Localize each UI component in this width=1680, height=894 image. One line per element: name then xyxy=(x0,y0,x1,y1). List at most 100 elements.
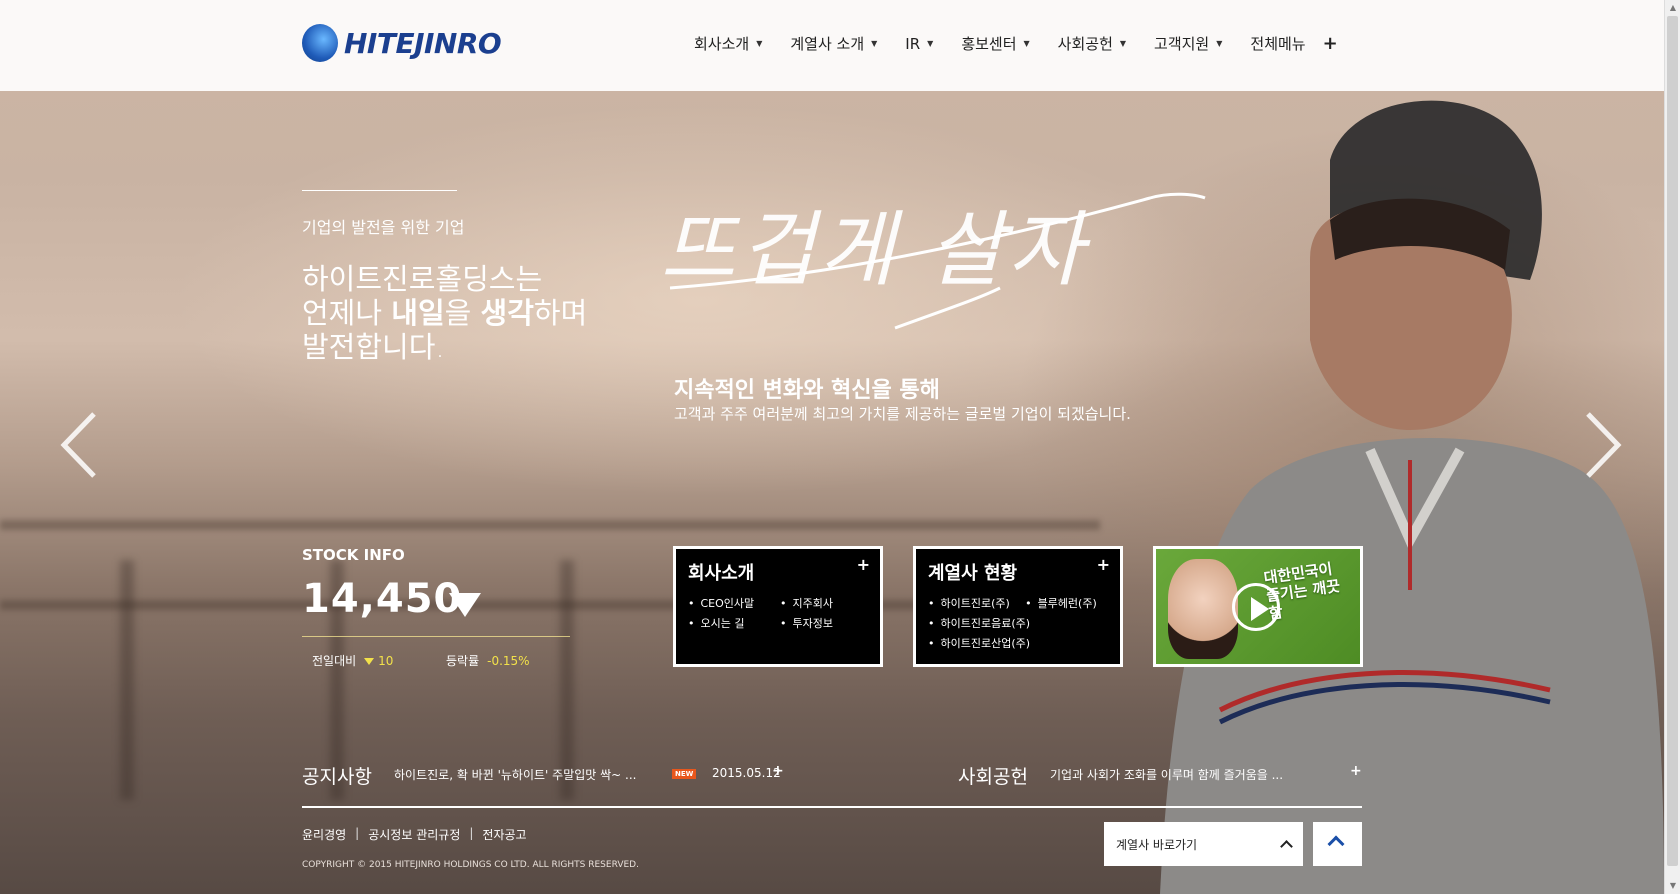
stock-rate-value: -0.15% xyxy=(487,653,530,668)
divider xyxy=(302,806,1362,808)
notice-title: 공지사항 xyxy=(302,766,372,788)
railing-decor xyxy=(0,520,1100,530)
card-link[interactable]: 오시는 길 xyxy=(688,615,776,631)
card-link[interactable]: 투자정보 xyxy=(780,615,868,631)
card-link[interactable]: CEO인사말 xyxy=(688,595,776,611)
railing-post-decor xyxy=(560,560,574,800)
notice-more-plus-icon[interactable]: + xyxy=(772,763,784,779)
scroll-thumb[interactable] xyxy=(1667,16,1678,866)
scroll-top-button[interactable] xyxy=(1313,822,1362,866)
caret-down-icon: ▼ xyxy=(1216,39,1223,48)
card-title: 회사소개 xyxy=(688,563,755,584)
card-link[interactable]: 블루헤런(주) xyxy=(1025,595,1108,611)
video-ad-card[interactable]: 대한민국이 즐기는 깨끗함 xyxy=(1153,546,1363,667)
main-nav: 회사소개 ▼ 계열사 소개 ▼ IR ▼ 홍보센터 ▼ 사회공헌 ▼ 고객지원 ▼ 전체메뉴… xyxy=(680,33,1352,54)
stock-change-value: 10 xyxy=(364,654,393,668)
nav-item-company[interactable]: 회사소개 ▼ xyxy=(680,33,776,54)
hero-subcopy: 고객과 주주 여러분께 최고의 가치를 제공하는 글로벌 기업이 되겠습니다. xyxy=(674,405,1131,423)
nav-label: IR xyxy=(905,34,921,53)
separator: | xyxy=(469,826,474,840)
plus-icon[interactable]: + xyxy=(1097,555,1110,574)
hero-eyebrow: 기업의 발전을 위한 기업 xyxy=(302,218,465,237)
notice-date: 2015.05.12 xyxy=(712,766,781,780)
headline-line: 하이트진로홀딩스는 xyxy=(302,262,543,296)
caret-down-icon: ▼ xyxy=(871,39,878,48)
hero-subhead: 지속적인 변화와 혁신을 통해 xyxy=(674,378,940,403)
next-slide-arrow-icon[interactable] xyxy=(1580,410,1624,480)
caret-down-icon: ▼ xyxy=(756,39,763,48)
scroll-up-arrow-icon[interactable]: ▲ xyxy=(1668,3,1678,13)
stock-down-arrow-icon xyxy=(449,593,481,617)
stock-price: 14,450 xyxy=(302,576,463,622)
nav-item-all-menu[interactable]: 전체메뉴 + xyxy=(1236,33,1351,54)
nav-item-csr[interactable]: 사회공헌 ▼ xyxy=(1044,33,1140,54)
down-triangle-icon xyxy=(364,657,375,665)
separator: | xyxy=(355,826,360,840)
copyright: COPYRIGHT © 2015 HITEJINRO HOLDINGS CO L… xyxy=(302,860,639,870)
nav-label: 홍보센터 xyxy=(961,35,1017,53)
csr-more-plus-icon[interactable]: + xyxy=(1350,763,1362,779)
nav-label: 사회공헌 xyxy=(1057,35,1113,53)
family-site-select[interactable]: 계열사 바로가기 xyxy=(1104,822,1303,866)
csr-title: 사회공헌 xyxy=(958,766,1028,788)
plus-icon: + xyxy=(1322,32,1338,54)
scroll-down-arrow-icon[interactable]: ▼ xyxy=(1668,881,1678,891)
nav-label: 고객지원 xyxy=(1154,35,1210,53)
nav-item-affiliates[interactable]: 계열사 소개 ▼ xyxy=(776,33,891,54)
script-slogan-handwriting: 뜨겁게 살자 xyxy=(660,192,1206,330)
headline-text: 하며 xyxy=(533,296,588,330)
nav-label: 계열사 소개 xyxy=(790,35,865,53)
divider xyxy=(302,190,457,191)
railing-post-decor xyxy=(120,560,134,800)
chevron-up-icon xyxy=(1327,835,1345,853)
headline-text: 을 xyxy=(444,296,481,330)
stock-rate-label: 등락률 xyxy=(446,654,480,668)
play-icon[interactable] xyxy=(1232,583,1280,631)
stock-change-label: 전일대비 xyxy=(312,654,357,668)
page-scrollbar[interactable]: ▲ ▼ xyxy=(1664,0,1680,894)
logo-wordmark: HITEJINRO xyxy=(344,26,502,60)
stock-rate: 등락률 -0.15% xyxy=(446,652,530,669)
nav-label: 전체메뉴 xyxy=(1250,35,1306,53)
family-select-label: 계열사 바로가기 xyxy=(1116,837,1198,852)
card-link[interactable]: 하이트진로음료(주) xyxy=(928,615,1108,631)
hitejinro-logo[interactable]: HITEJINRO xyxy=(302,24,502,62)
hero-headline: 하이트진로홀딩스는 언제나 내일을 생각하며 발전합니다. xyxy=(302,262,632,364)
new-badge: NEW xyxy=(672,769,697,779)
caret-down-icon: ▼ xyxy=(927,39,934,48)
stock-change: 전일대비 10 xyxy=(312,652,393,669)
stock-info-label: STOCK INFO xyxy=(302,546,405,564)
hero-background xyxy=(0,0,1664,894)
headline-line: 언제나 내일을 생각하며 xyxy=(302,296,632,330)
stock-change-number: 10 xyxy=(378,653,394,668)
affiliates-card[interactable]: 계열사 현황 + 하이트진로(주) 블루헤런(주) 하이트진로음료(주) 하이트… xyxy=(913,546,1123,667)
company-card[interactable]: 회사소개 + CEO인사말 지주회사 오시는 길 투자정보 xyxy=(673,546,883,667)
ad-model-image xyxy=(1168,559,1238,659)
card-link[interactable]: 지주회사 xyxy=(780,595,868,611)
site-header: HITEJINRO 회사소개 ▼ 계열사 소개 ▼ IR ▼ 홍보센터 ▼ 사회공헌 ▼ … xyxy=(0,0,1664,91)
card-link[interactable]: 하이트진로(주) xyxy=(928,595,1021,611)
affiliates-links: 하이트진로(주) 블루헤런(주) 하이트진로음료(주) 하이트진로산업(주) xyxy=(928,595,1108,651)
divider xyxy=(302,636,570,637)
card-link[interactable]: 하이트진로산업(주) xyxy=(928,635,1108,651)
card-title: 계열사 현황 xyxy=(928,563,1018,584)
footer-link-ethics[interactable]: 윤리경영 xyxy=(302,826,346,843)
nav-item-support[interactable]: 고객지원 ▼ xyxy=(1140,33,1236,54)
footer-link-public-notice[interactable]: 전자공고 xyxy=(482,826,526,843)
footer-link-disclosure[interactable]: 공시정보 관리규정 xyxy=(368,826,460,843)
nav-item-pr-center[interactable]: 홍보센터 ▼ xyxy=(947,33,1043,54)
headline-bold: 생각 xyxy=(480,296,534,330)
caret-down-icon: ▼ xyxy=(1023,39,1030,48)
footer-links: 윤리경영 | 공시정보 관리규정 | 전자공고 xyxy=(302,826,527,843)
globe-logo-icon xyxy=(302,24,338,62)
prev-slide-arrow-icon[interactable] xyxy=(58,410,102,480)
headline-line: 발전합니다. xyxy=(302,330,445,364)
company-links: CEO인사말 지주회사 오시는 길 투자정보 xyxy=(688,595,868,631)
notice-headline-link[interactable]: 하이트진로, 확 바뀐 '뉴하이트' 주말입맛 싹~ ... xyxy=(394,766,636,783)
headline-bold: 내일 xyxy=(391,296,445,330)
nav-item-ir[interactable]: IR ▼ xyxy=(891,33,947,54)
plus-icon[interactable]: + xyxy=(857,555,870,574)
csr-headline-link[interactable]: 기업과 사회가 조화를 이루며 함께 즐거움을 ... xyxy=(1050,766,1283,783)
chevron-up-icon xyxy=(1280,840,1293,853)
headline-text: 언제나 xyxy=(302,296,392,330)
